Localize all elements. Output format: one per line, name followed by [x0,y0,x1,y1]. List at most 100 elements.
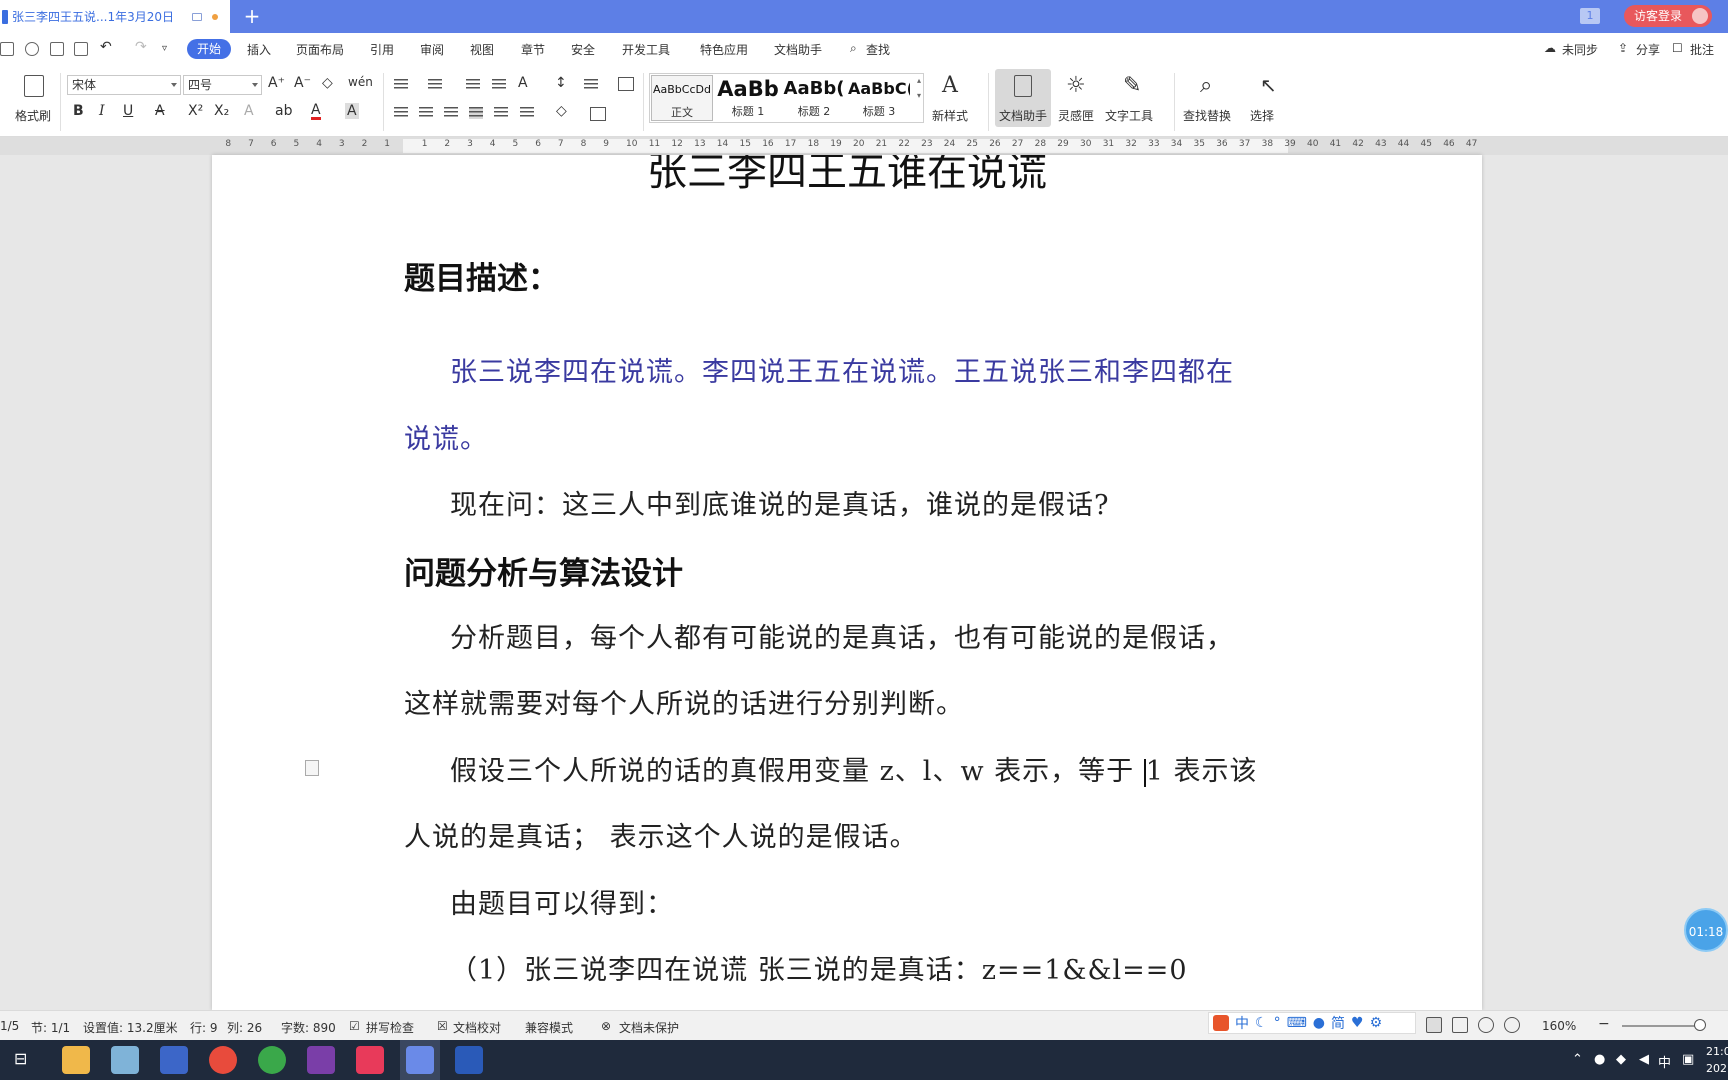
increase-indent-icon[interactable] [492,79,506,91]
comment-button[interactable]: 批注 [1690,41,1714,58]
notebook-app-icon[interactable] [111,1046,139,1074]
zoom-slider[interactable] [1622,1025,1700,1027]
grow-font-icon[interactable]: A⁺ [268,75,285,91]
select-label[interactable]: 选择 [1250,107,1274,124]
zoom-level[interactable]: 160% [1542,1019,1576,1033]
menu-insert[interactable]: 插入 [247,41,271,58]
align-right-icon[interactable] [444,107,458,119]
align-center-icon[interactable] [419,107,433,119]
wrench-icon[interactable]: ✎ [1123,73,1141,98]
web-view-icon[interactable] [1478,1017,1494,1033]
spellcheck-button[interactable]: 拼写检查 [366,1019,414,1036]
menu-start[interactable]: 开始 [187,39,231,59]
borders-icon[interactable] [590,107,606,121]
clock-time[interactable]: 21:0 [1706,1045,1728,1058]
moon-icon[interactable]: ☾ [1255,1015,1268,1031]
underline-button[interactable]: U [123,103,133,119]
sort-icon[interactable]: ↕ [555,75,567,91]
shrink-font-icon[interactable]: A⁻ [294,75,311,91]
doc-assistant-button[interactable]: 文档助手 [995,69,1051,127]
paragraph-spacing-icon[interactable] [520,107,534,119]
onenote-icon[interactable] [307,1046,335,1074]
ime-mode[interactable]: 中 [1235,1013,1249,1033]
align-left-icon[interactable] [394,107,408,119]
keyboard-icon[interactable]: ⌨ [1287,1015,1307,1031]
menu-developer[interactable]: 开发工具 [622,41,670,58]
menu-chapter[interactable]: 章节 [521,41,545,58]
chinese-layout-icon[interactable]: A [518,75,528,91]
user-icon[interactable]: ● [1313,1015,1325,1031]
task-view-icon[interactable]: ⊟ [14,1049,27,1068]
eye-protection-icon[interactable] [1504,1017,1520,1033]
tab-count-badge[interactable]: 1 [1580,8,1600,24]
char-shading-icon[interactable]: A [345,103,359,119]
find-replace-label[interactable]: 查找替换 [1183,107,1231,124]
skin-icon[interactable]: ♥ [1351,1015,1364,1031]
volume-icon[interactable]: ◀ [1639,1052,1649,1067]
print-icon[interactable] [50,42,64,56]
format-painter-label[interactable]: 格式刷 [15,107,51,124]
print-preview-icon[interactable] [74,42,88,56]
menu-review[interactable]: 审阅 [420,41,444,58]
line-spacing-icon[interactable] [584,79,598,91]
redo-icon[interactable]: ↷ [135,39,147,55]
chevron-up-icon[interactable]: ▴ [917,76,921,85]
share-button[interactable]: 分享 [1636,41,1660,58]
text-tools-label[interactable]: 文字工具 [1105,107,1153,124]
style-heading-1[interactable]: AaBb 标题 1 [716,75,780,121]
browser-icon[interactable] [258,1046,286,1074]
network-icon[interactable]: ◆ [1616,1052,1626,1067]
search-icon[interactable]: ⌕ [850,41,857,56]
font-size-select[interactable]: 四号 [183,75,262,95]
favorite-app-icon[interactable] [356,1046,384,1074]
sogou-icon[interactable]: ▣ [1682,1052,1694,1067]
subscript-icon[interactable]: X₂ [214,103,229,119]
settings-icon[interactable]: ⚙ [1370,1015,1383,1031]
lightbulb-icon[interactable]: ☼ [1066,73,1086,98]
bullet-list-icon[interactable] [394,79,408,91]
style-normal[interactable]: AaBbCcDd 正文 [651,75,713,121]
justify-icon[interactable] [469,107,483,119]
wps-icon[interactable] [406,1046,434,1074]
font-name-select[interactable]: 宋体 [67,75,181,95]
highlight-icon[interactable]: ab [275,103,292,119]
phonetic-icon[interactable]: wén [348,75,373,89]
cursor-icon[interactable]: ↖ [1260,73,1277,97]
horizontal-ruler[interactable]: 8 7 6 5 4 3 2 1 1 2 3 4 5 6 7 8 9 10 11 12 13 14 15 16 17 18 19 20 2… [0,137,1728,155]
export-icon[interactable] [25,42,39,56]
page-indicator[interactable]: 1/5 [0,1019,19,1033]
distributed-icon[interactable] [494,107,508,119]
document-page[interactable]: 张三李四王五谁在说谎 题目描述： 张三说李四在说谎。李四说王五在说谎。王五说张三… [212,155,1482,1010]
table-layout-icon[interactable] [618,77,634,91]
input-language[interactable]: 中 [1658,1052,1671,1071]
menu-view[interactable]: 视图 [470,41,494,58]
zoom-slider-knob[interactable] [1694,1019,1706,1031]
save-icon[interactable] [0,42,14,56]
chrome-icon[interactable] [209,1046,237,1074]
strikethrough-icon[interactable]: A [155,103,165,119]
new-style-label[interactable]: 新样式 [932,107,968,124]
protect-status[interactable]: 文档未保护 [619,1019,679,1036]
page-view-icon[interactable] [1426,1017,1442,1033]
clock-date[interactable]: 202 [1706,1062,1727,1075]
inspiration-label[interactable]: 灵感匣 [1058,107,1094,124]
menu-security[interactable]: 安全 [571,41,595,58]
ime-simplified[interactable]: 简 [1331,1013,1345,1033]
find-replace-icon[interactable]: ⌕ [1200,73,1212,98]
menu-page-layout[interactable]: 页面布局 [296,41,344,58]
ime-toolbar[interactable]: 中 ☾ ° ⌨ ● 简 ♥ ⚙ [1208,1012,1416,1034]
superscript-icon[interactable]: X² [188,103,203,119]
new-style-icon[interactable]: A [942,73,958,98]
customize-icon[interactable]: ▿ [162,43,167,54]
undo-icon[interactable]: ↶ [100,39,112,55]
paragraph-options-icon[interactable] [305,760,319,776]
font-color-icon[interactable]: A [311,103,321,120]
punctuation-icon[interactable]: ° [1274,1015,1281,1031]
monitor-icon[interactable] [191,12,202,21]
chevron-down-icon[interactable]: ▾ [917,91,921,100]
setting-value[interactable]: 设置值: 13.2厘米 [83,1019,178,1036]
italic-button[interactable]: I [99,103,105,119]
decrease-indent-icon[interactable] [466,79,480,91]
new-tab-button[interactable]: + [240,4,264,28]
style-heading-2[interactable]: AaBb( 标题 2 [782,75,846,121]
